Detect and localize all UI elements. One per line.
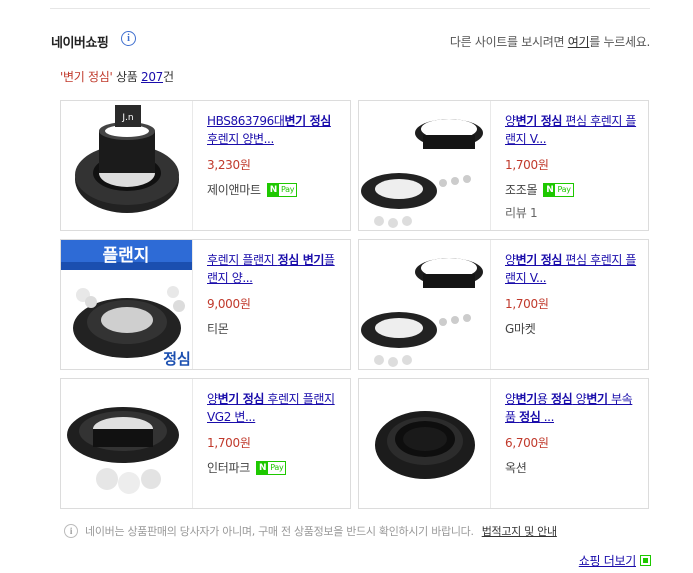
flange-set-image	[361, 258, 483, 367]
header-notice: 다른 사이트를 보시려면 여기를 누르세요.	[450, 33, 650, 50]
product-review-count: 리뷰 1	[505, 206, 538, 220]
npay-n: N	[256, 461, 269, 474]
npay-n: N	[267, 183, 279, 196]
legal-notice-link[interactable]: 법적고지 및 안내	[482, 523, 557, 539]
product-price: 1,700원	[207, 436, 251, 450]
top-divider	[50, 8, 650, 9]
seller-name: 티몬	[207, 322, 229, 336]
title-segment: 후렌지 플랜지	[207, 253, 278, 267]
info-icon[interactable]: i	[121, 31, 136, 46]
disclaimer: i 네이버는 상품판매의 당사자가 아니며, 구매 전 상품정보을 반드시 확인하…	[64, 523, 557, 539]
title-segment: 변기	[586, 392, 608, 406]
summary-label: 상품	[112, 70, 141, 84]
product-title-link[interactable]: 양변기 정심 후렌지 플랜지 VG2 변...	[207, 390, 343, 426]
title-segment: 후렌지 양변...	[207, 132, 274, 146]
product-seller: 티몬	[207, 320, 343, 337]
product-title-link[interactable]: HBS863796대변기 정심 후렌지 양변...	[207, 112, 343, 148]
title-segment: 변기 정심	[284, 114, 332, 128]
more-link-label: 쇼핑 더보기	[578, 554, 637, 568]
title-segment: 양	[505, 114, 516, 128]
title-segment: 양	[505, 392, 516, 406]
product-seller: G마켓	[505, 320, 641, 337]
npay-pay: Pay	[280, 184, 295, 194]
product-price: 1,700원	[505, 297, 549, 311]
product-card[interactable]: 양변기 정심 편심 후렌지 플랜지 V... 1,700원 조조몰 N Pay 리뷰…	[358, 100, 649, 231]
title-segment: 정심	[550, 392, 573, 406]
notice-suffix: 를 누르세요.	[589, 35, 650, 49]
result-summary: '변기 정심' 상품 207건	[60, 68, 174, 85]
seller-name: 제이앤마트	[207, 183, 261, 197]
npay-badge: N Pay	[543, 182, 574, 197]
product-thumbnail[interactable]: J.n	[61, 101, 193, 230]
product-title-link[interactable]: 양변기 정심 편심 후렌지 플랜지 V...	[505, 251, 641, 287]
title-segment: 변기	[515, 392, 538, 406]
product-card[interactable]: 양변기 정심 후렌지 플랜지 VG2 변... 1,700원 인터파크 N Pay	[60, 378, 351, 509]
seller-name: 조조몰	[505, 183, 538, 197]
flange-set-image	[361, 119, 483, 228]
npay-badge: N Pay	[266, 182, 298, 197]
product-thumbnail[interactable]	[359, 101, 491, 230]
product-price: 6,700원	[505, 436, 549, 450]
title-segment: 정심 변기	[277, 253, 325, 267]
flange-caps-image	[67, 407, 179, 494]
product-thumbnail[interactable]	[61, 379, 193, 508]
product-seller: 조조몰 N Pay	[505, 181, 641, 198]
title-segment: 변기 정심	[515, 114, 563, 128]
title-segment: 양	[207, 392, 218, 406]
product-card[interactable]: 양변기용 정심 양변기 부속품 정심 ... 6,700원 옥션	[358, 378, 649, 509]
thumb-banner-text: 플랜지	[103, 246, 150, 266]
result-count-link[interactable]: 207	[141, 70, 163, 84]
search-keyword: '변기 정심'	[60, 70, 113, 84]
disclaimer-text: 네이버는 상품판매의 당사자가 아니며, 구매 전 상품정보을 반드시 확인하시…	[85, 525, 474, 538]
title-segment: 양	[572, 392, 587, 406]
shopping-more-link[interactable]: 쇼핑 더보기	[579, 552, 651, 569]
product-price: 1,700원	[505, 158, 549, 172]
flange-ring-image	[375, 411, 475, 479]
product-card[interactable]: J.n HBS863796대변기 정심 후렌지 양변... 3,230원 제이앤…	[60, 100, 351, 231]
product-seller: 제이앤마트 N Pay	[207, 181, 343, 198]
title-segment: 변기 정심	[217, 392, 265, 406]
product-thumbnail[interactable]	[359, 379, 491, 508]
product-card[interactable]: 플랜지 정심 후렌지 플랜지 정심 변기플랜지 양... 9,000원 티몬	[60, 239, 351, 370]
product-thumbnail[interactable]	[359, 240, 491, 369]
seller-name: 인터파크	[207, 461, 250, 475]
thumb-caption-text: 정심	[163, 350, 191, 368]
flange-image: J.n	[75, 105, 179, 213]
seller-name: G마켓	[505, 322, 536, 336]
flange-banner-image: 플랜지 정심	[61, 240, 192, 368]
product-price: 3,230원	[207, 158, 251, 172]
title-segment: 변기 정심	[515, 253, 563, 267]
info-icon: i	[64, 524, 78, 538]
summary-unit: 건	[163, 70, 174, 84]
product-title-link[interactable]: 후렌지 플랜지 정심 변기플랜지 양...	[207, 251, 343, 287]
product-title-link[interactable]: 양변기용 정심 양변기 부속품 정심 ...	[505, 390, 641, 426]
seller-name: 옥션	[505, 461, 527, 475]
product-card[interactable]: 양변기 정심 편심 후렌지 플랜지 V... 1,700원 G마켓	[358, 239, 649, 370]
product-thumbnail[interactable]: 플랜지 정심	[61, 240, 193, 369]
title-segment: 용	[536, 392, 551, 406]
product-seller: 옥션	[505, 459, 641, 476]
npay-n: N	[544, 183, 556, 196]
notice-prefix: 다른 사이트를 보시려면	[449, 35, 568, 49]
thumb-badge: J.n	[121, 113, 133, 123]
npay-pay: Pay	[270, 462, 284, 472]
external-link-icon	[640, 555, 651, 566]
title-segment: 정심	[519, 410, 541, 424]
title-segment: HBS863796대	[207, 114, 285, 128]
title-segment: ...	[540, 410, 555, 424]
product-title-link[interactable]: 양변기 정심 편심 후렌지 플랜지 V...	[505, 112, 641, 148]
notice-here-link[interactable]: 여기	[568, 35, 590, 49]
npay-pay: Pay	[557, 184, 571, 194]
section-title: 네이버쇼핑	[51, 36, 109, 51]
product-seller: 인터파크 N Pay	[207, 459, 343, 476]
title-segment: 양	[505, 253, 516, 267]
npay-badge: N Pay	[255, 460, 287, 475]
product-price: 9,000원	[207, 297, 251, 311]
